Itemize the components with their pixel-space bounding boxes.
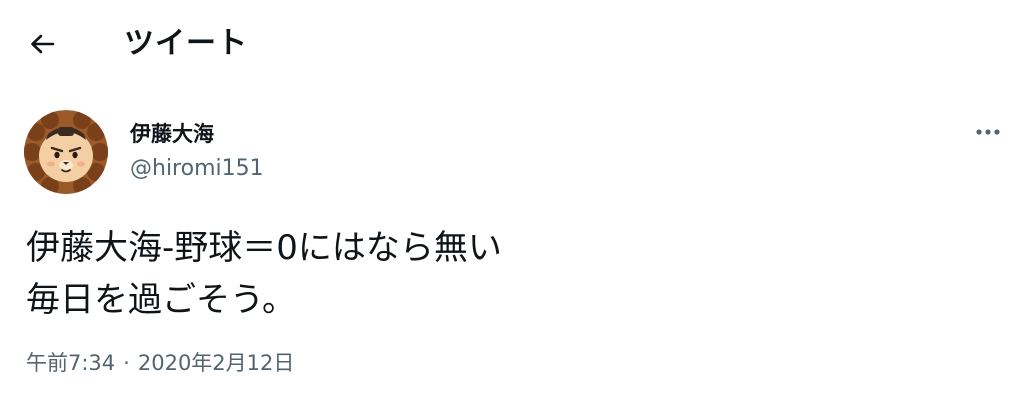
tweet-time[interactable]: 午前7:34 bbox=[26, 348, 115, 378]
tweet-date[interactable]: 2020年2月12日 bbox=[138, 348, 295, 378]
author-handle[interactable]: @hiromi151 bbox=[130, 154, 264, 184]
tweet-timestamp: 午前7:34 · 2020年2月12日 bbox=[26, 348, 294, 378]
more-horizontal-icon bbox=[976, 129, 1000, 135]
back-button[interactable] bbox=[22, 24, 62, 64]
author-display-name[interactable]: 伊藤大海 bbox=[130, 120, 214, 148]
arrow-left-icon bbox=[31, 34, 55, 54]
tweet-text: 伊藤大海-野球＝0にはなら無い 毎日を過ごそう。 bbox=[26, 228, 502, 320]
page-title: ツイート bbox=[124, 26, 248, 61]
top-bar: ツイート bbox=[0, 0, 1024, 86]
meta-separator: · bbox=[123, 351, 130, 375]
more-options-button[interactable] bbox=[968, 116, 1008, 148]
lion-avatar-icon bbox=[24, 110, 108, 194]
avatar[interactable] bbox=[24, 110, 108, 194]
